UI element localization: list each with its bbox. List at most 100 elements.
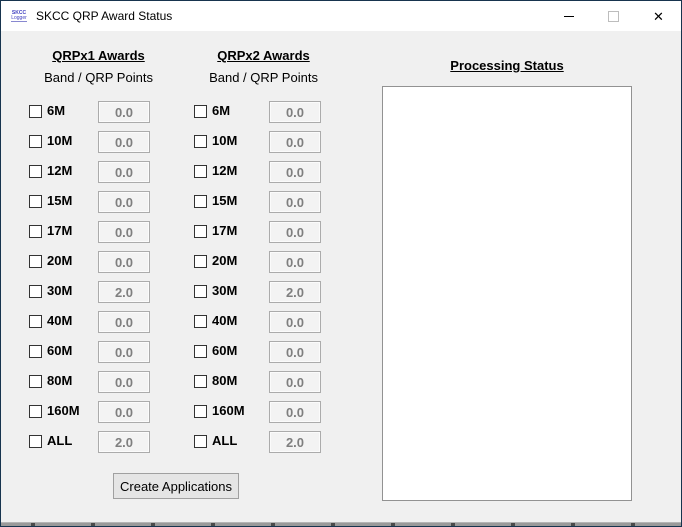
qrp-points-field[interactable] <box>98 131 150 153</box>
band-label: 30M <box>47 283 73 298</box>
qrp-points-field[interactable] <box>98 191 150 213</box>
qrp-points-field[interactable] <box>269 221 321 243</box>
band-label: 20M <box>47 253 73 268</box>
band-label: ALL <box>212 433 238 448</box>
band-checkbox[interactable] <box>29 285 42 298</box>
qrp-points-field[interactable] <box>269 191 321 213</box>
qrp-points-field[interactable] <box>98 101 150 123</box>
band-checkbox[interactable] <box>29 105 42 118</box>
band-row: 6M <box>194 101 324 131</box>
band-row: 15M <box>194 191 324 221</box>
close-button[interactable]: ✕ <box>636 1 681 31</box>
band-label: 40M <box>212 313 238 328</box>
qrpx2-band-list: 6M 10M 12M 15M 17M 20M 30M 40M 6 <box>194 101 324 461</box>
processing-status-box[interactable] <box>382 86 632 501</box>
band-row: 17M <box>29 221 159 251</box>
create-applications-button[interactable]: Create Applications <box>113 473 239 499</box>
app-icon-text-bottom: Logger <box>11 14 27 22</box>
band-label: 12M <box>47 163 73 178</box>
band-checkbox[interactable] <box>194 225 207 238</box>
band-row: 10M <box>29 131 159 161</box>
band-row: ALL <box>29 431 159 461</box>
band-row: 60M <box>194 341 324 371</box>
band-checkbox[interactable] <box>29 405 42 418</box>
band-checkbox[interactable] <box>29 375 42 388</box>
qrp-points-field[interactable] <box>98 221 150 243</box>
qrp-points-field[interactable] <box>98 281 150 303</box>
band-label: 40M <box>47 313 73 328</box>
band-checkbox[interactable] <box>194 135 207 148</box>
qrpx2-header: QRPx2 Awards <box>217 48 310 63</box>
qrp-points-field[interactable] <box>269 431 321 453</box>
band-label: 10M <box>47 133 73 148</box>
band-checkbox[interactable] <box>194 105 207 118</box>
qrp-points-field[interactable] <box>98 311 150 333</box>
band-row: 12M <box>29 161 159 191</box>
band-checkbox[interactable] <box>194 375 207 388</box>
qrp-points-field[interactable] <box>98 431 150 453</box>
band-checkbox[interactable] <box>29 195 42 208</box>
qrp-points-field[interactable] <box>269 131 321 153</box>
band-row: 10M <box>194 131 324 161</box>
band-row: 160M <box>194 401 324 431</box>
band-checkbox[interactable] <box>194 405 207 418</box>
band-label: 6M <box>212 103 231 118</box>
qrp-points-field[interactable] <box>269 251 321 273</box>
band-row: 40M <box>194 311 324 341</box>
band-checkbox[interactable] <box>29 255 42 268</box>
band-row: 60M <box>29 341 159 371</box>
band-checkbox[interactable] <box>29 345 42 358</box>
band-label: 17M <box>212 223 238 238</box>
band-label: 15M <box>47 193 73 208</box>
qrpx1-subheader: Band / QRP Points <box>44 70 153 85</box>
qrp-points-field[interactable] <box>269 101 321 123</box>
band-label: ALL <box>47 433 73 448</box>
band-checkbox[interactable] <box>194 195 207 208</box>
minimize-button[interactable] <box>546 1 591 31</box>
band-checkbox[interactable] <box>194 315 207 328</box>
band-checkbox[interactable] <box>194 165 207 178</box>
band-row: 12M <box>194 161 324 191</box>
band-row: 160M <box>29 401 159 431</box>
band-label: 160M <box>47 403 80 418</box>
qrp-points-field[interactable] <box>98 371 150 393</box>
band-label: 10M <box>212 133 238 148</box>
processing-status-header: Processing Status <box>450 58 564 73</box>
band-checkbox[interactable] <box>29 135 42 148</box>
app-window: SKCC Logger SKCC QRP Award Status ✕ QRPx… <box>0 0 682 527</box>
qrp-points-field[interactable] <box>269 281 321 303</box>
band-checkbox[interactable] <box>194 345 207 358</box>
band-label: 80M <box>47 373 73 388</box>
band-label: 160M <box>212 403 245 418</box>
band-label: 12M <box>212 163 238 178</box>
band-label: 30M <box>212 283 238 298</box>
band-label: 20M <box>212 253 238 268</box>
band-row: 17M <box>194 221 324 251</box>
qrp-points-field[interactable] <box>269 161 321 183</box>
band-checkbox[interactable] <box>29 225 42 238</box>
band-row: 30M <box>194 281 324 311</box>
qrpx2-subheader: Band / QRP Points <box>209 70 318 85</box>
band-checkbox[interactable] <box>194 285 207 298</box>
qrp-points-field[interactable] <box>269 401 321 423</box>
qrp-points-field[interactable] <box>269 371 321 393</box>
band-row: 20M <box>29 251 159 281</box>
qrp-points-field[interactable] <box>98 251 150 273</box>
qrpx1-band-list: 6M 10M 12M 15M 17M 20M 30M 40M 6 <box>29 101 159 461</box>
band-checkbox[interactable] <box>29 315 42 328</box>
band-row: 80M <box>29 371 159 401</box>
band-label: 60M <box>47 343 73 358</box>
qrp-points-field[interactable] <box>98 401 150 423</box>
band-checkbox[interactable] <box>194 435 207 448</box>
band-checkbox[interactable] <box>29 435 42 448</box>
band-row: 20M <box>194 251 324 281</box>
band-checkbox[interactable] <box>29 165 42 178</box>
qrp-points-field[interactable] <box>98 341 150 363</box>
band-checkbox[interactable] <box>194 255 207 268</box>
band-row: 40M <box>29 311 159 341</box>
qrp-points-field[interactable] <box>269 311 321 333</box>
qrp-points-field[interactable] <box>269 341 321 363</box>
maximize-button <box>591 1 636 31</box>
qrp-points-field[interactable] <box>98 161 150 183</box>
band-label: 80M <box>212 373 238 388</box>
